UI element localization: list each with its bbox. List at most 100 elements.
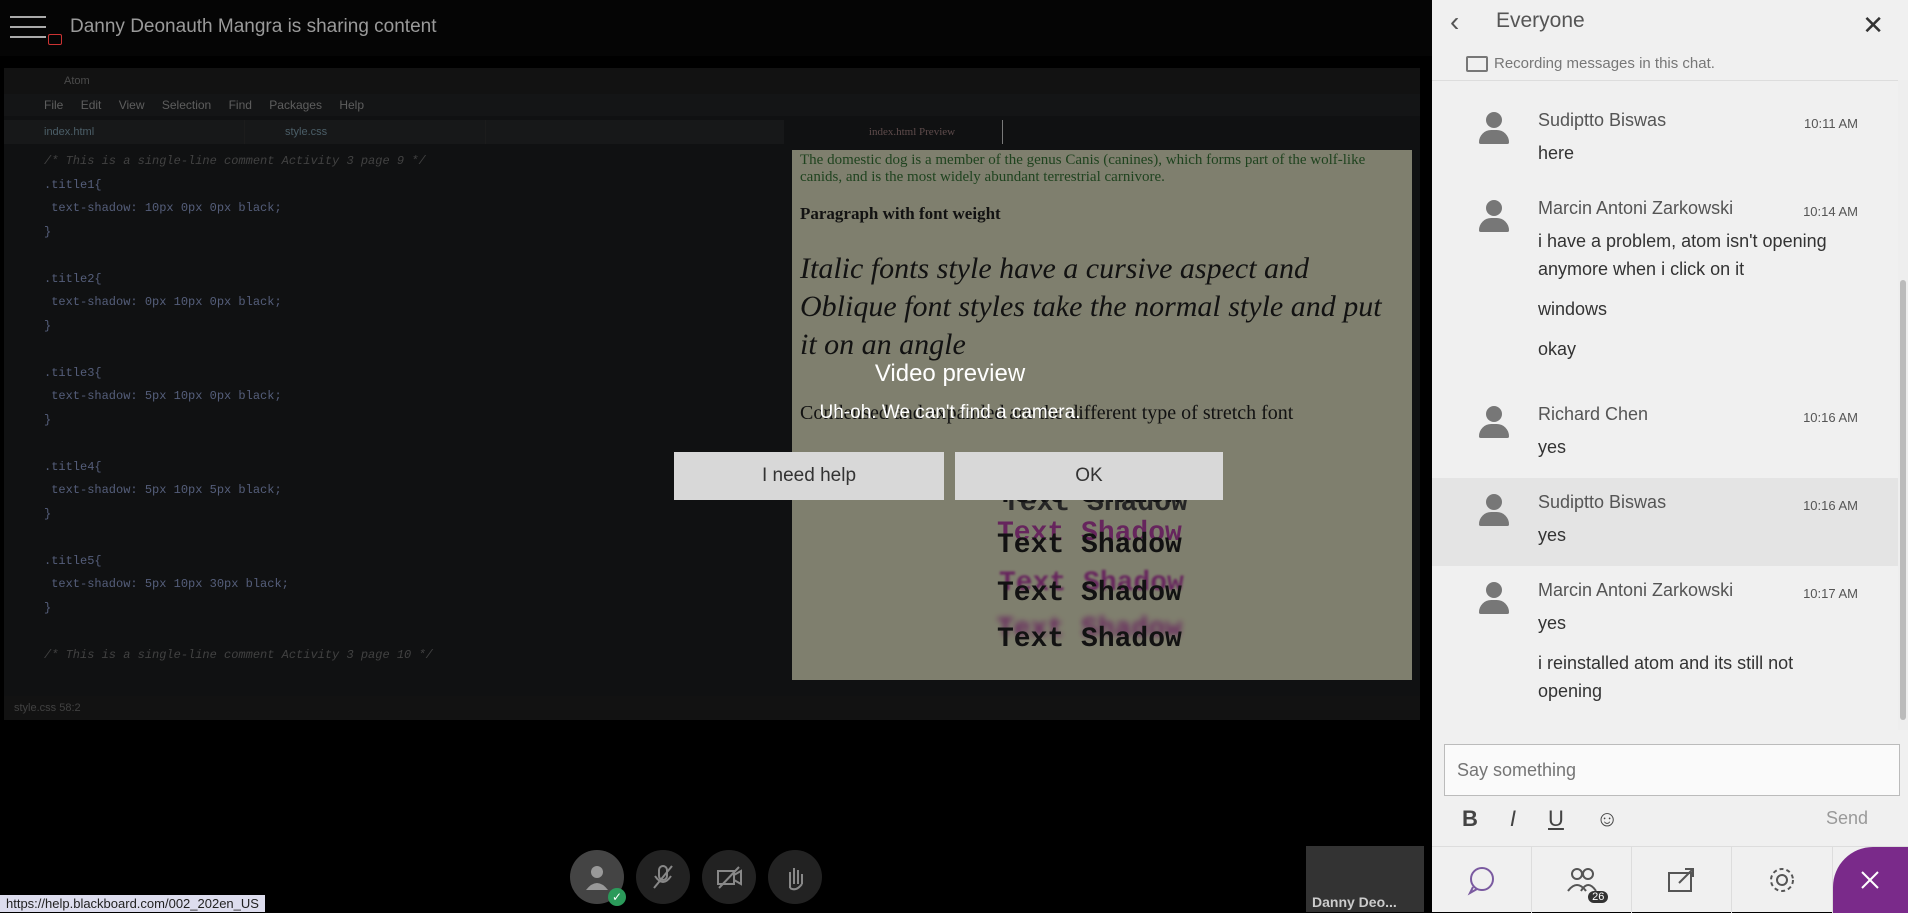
back-icon[interactable]: ‹	[1450, 6, 1459, 38]
code-line: text-shadow: 10px 0px 0px black;	[44, 201, 282, 215]
chat-header: ‹ Everyone ✕	[1432, 0, 1908, 46]
chat-input-box	[1444, 744, 1900, 796]
message-text: okay	[1538, 339, 1577, 359]
preview-paragraph: The domestic dog is a member of the genu…	[800, 152, 1366, 185]
chat-panel: ‹ Everyone ✕ Recording messages in this …	[1432, 0, 1908, 913]
session-controls: ✓	[570, 850, 822, 906]
tab-settings[interactable]	[1732, 847, 1833, 913]
code-line: .title5{	[44, 553, 102, 568]
chat-icon	[1467, 867, 1494, 896]
message-time: 10:11 AM	[1804, 116, 1858, 131]
tab-attendees[interactable]: 26	[1532, 847, 1633, 913]
message-list: Sudiptto Biswas 10:11 AM here Marcin Ant…	[1432, 96, 1898, 706]
chat-message: Marcin Antoni Zarkowski 10:17 AM yes i r…	[1432, 566, 1898, 706]
my-status-button[interactable]: ✓	[570, 850, 626, 906]
message-time: 10:16 AM	[1803, 498, 1858, 513]
code-line: }	[44, 506, 52, 521]
atom-menu-item: Find	[228, 98, 252, 112]
avatar-icon	[1476, 110, 1512, 146]
chat-message: Sudiptto Biswas 10:11 AM here	[1432, 96, 1898, 184]
atom-tab: style.css	[245, 120, 486, 144]
code-line: .title4{	[44, 459, 102, 474]
avatar-icon	[1476, 404, 1512, 440]
message-text: yes	[1538, 525, 1567, 545]
underline-button[interactable]: U	[1548, 806, 1564, 832]
avatar-icon	[1476, 492, 1512, 528]
code-line: text-shadow: 5px 10px 5px black;	[44, 483, 282, 497]
italic-button[interactable]: I	[1510, 806, 1516, 832]
session-menu-button[interactable]	[6, 8, 50, 48]
bold-button[interactable]: B	[1462, 806, 1478, 832]
tab-chat[interactable]	[1432, 847, 1533, 913]
atom-menu-bar: File Edit View Selection Find Packages H…	[4, 94, 1420, 116]
gear-icon	[1770, 868, 1795, 892]
send-button[interactable]: Send	[1826, 808, 1868, 829]
code-line: .title1{	[44, 177, 102, 192]
scrollbar-thumb[interactable]	[1900, 280, 1906, 720]
chat-message: Sudiptto Biswas 10:16 AM yes	[1432, 478, 1898, 566]
message-text: i have a problem, atom isn't opening any…	[1538, 231, 1827, 279]
share-title: Danny Deonauth Mangra is sharing content	[70, 16, 437, 37]
code-line: text-shadow: 0px 10px 0px black;	[44, 295, 282, 309]
chat-input[interactable]	[1445, 745, 1899, 795]
atom-menu-item: Packages	[269, 98, 322, 112]
code-line: text-shadow: 5px 10px 30px black;	[44, 577, 289, 591]
recording-icon	[48, 34, 62, 45]
message-text: windows	[1538, 299, 1608, 319]
tab-share-content[interactable]	[1632, 847, 1733, 913]
atom-tabs: index.html style.css	[4, 120, 784, 144]
message-time: 10:16 AM	[1803, 410, 1858, 425]
atom-menu-item: Selection	[161, 98, 212, 112]
raise-hand-button[interactable]	[768, 850, 822, 904]
code-line: }	[44, 224, 52, 239]
chat-scrollbar[interactable]	[1898, 80, 1908, 730]
preview-tab: index.html Preview	[792, 120, 1003, 144]
atom-statusbar: style.css 58:2	[4, 696, 1420, 720]
microphone-button[interactable]	[636, 850, 690, 904]
avatar-icon	[1476, 580, 1512, 616]
atom-menu-item: View	[118, 98, 145, 112]
close-icon[interactable]: ✕	[1862, 10, 1884, 41]
message-time: 10:14 AM	[1803, 204, 1858, 219]
code-line: /* This is a single-line comment Activit…	[44, 647, 433, 662]
message-text: here	[1538, 143, 1575, 163]
chat-message: Marcin Antoni Zarkowski 10:14 AM i have …	[1432, 184, 1898, 390]
shared-screen: Atom File Edit View Selection Find Packa…	[4, 68, 1420, 720]
recording-note-text: Recording messages in this chat.	[1494, 55, 1715, 72]
code-line: }	[44, 600, 52, 615]
message-text: yes	[1538, 613, 1567, 633]
emoji-icon[interactable]: ☺	[1596, 806, 1618, 832]
atom-menu-item: Help	[339, 98, 364, 112]
close-icon	[1861, 871, 1880, 889]
video-thumbnail[interactable]: Danny Deo...	[1306, 846, 1424, 912]
format-toolbar: B I U ☺	[1462, 806, 1618, 832]
close-panel-button[interactable]	[1832, 847, 1908, 913]
shadow-sample: Text Shadow	[997, 624, 1182, 655]
atom-tab: index.html	[4, 120, 245, 144]
code-line: /* This is a single-line comment Activit…	[44, 154, 426, 168]
avatar-icon	[586, 866, 608, 890]
atom-window-title: Atom	[4, 68, 1420, 94]
camera-off-icon	[717, 866, 742, 889]
preview-italic: Italic fonts style have a cursive aspect…	[800, 252, 1382, 361]
attendee-count: 26	[1588, 891, 1609, 903]
thumbnail-name: Danny Deo...	[1312, 894, 1397, 910]
ok-button[interactable]: OK	[955, 452, 1223, 500]
atom-menu-item: Edit	[80, 98, 102, 112]
message-text: yes	[1538, 437, 1567, 457]
message-time: 10:17 AM	[1803, 586, 1858, 601]
need-help-button[interactable]: I need help	[674, 452, 944, 500]
recording-icon	[1466, 56, 1488, 72]
panel-tabs: 26	[1432, 846, 1908, 913]
code-line: .title2{	[44, 271, 102, 286]
camera-button[interactable]	[702, 850, 756, 904]
code-line: }	[44, 318, 52, 333]
shadow-sample: Text Shadow	[997, 578, 1182, 609]
preview-heading: Paragraph with font weight	[800, 204, 1001, 223]
check-icon: ✓	[608, 888, 626, 906]
session-topbar: Danny Deonauth Mangra is sharing content	[0, 0, 1432, 56]
